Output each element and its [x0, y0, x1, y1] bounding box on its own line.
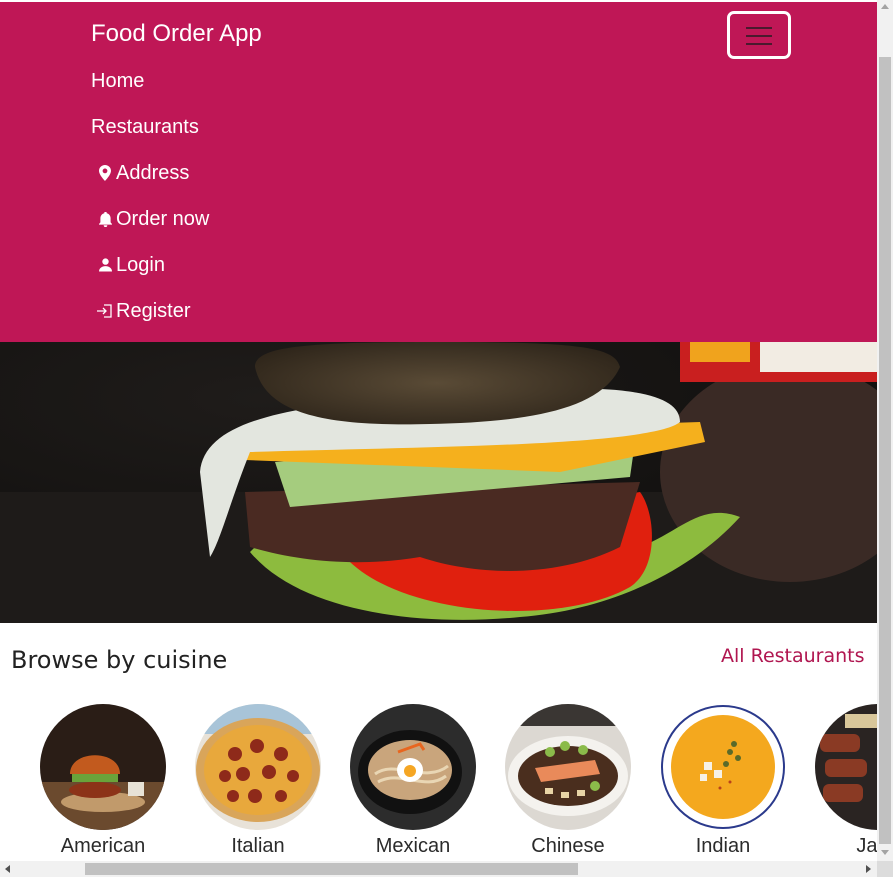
nav-item-label: Register: [116, 300, 191, 322]
horizontal-scrollbar[interactable]: [0, 861, 877, 877]
section-title: Browse by cuisine: [11, 646, 228, 674]
nav-item-restaurants[interactable]: Restaurants: [91, 104, 209, 150]
hamburger-icon: [746, 27, 772, 45]
scroll-right-arrow-icon[interactable]: [866, 865, 871, 873]
pepperoni-pizza-image: [195, 704, 321, 830]
burger-plate-image: [40, 704, 166, 830]
vertical-scroll-thumb[interactable]: [879, 57, 891, 844]
nav-item-label: Restaurants: [91, 116, 199, 138]
cuisine-label: Mexican: [375, 835, 451, 857]
nav-item-login[interactable]: Login: [91, 242, 209, 288]
nav-item-home[interactable]: Home: [91, 58, 209, 104]
scroll-up-arrow-icon[interactable]: [881, 4, 889, 9]
page-viewport: Food Order App Home Restaurants Address: [0, 0, 877, 861]
soup-bowl-image: [660, 704, 786, 830]
fish-dish-image: [505, 704, 631, 830]
hero-image: [0, 342, 877, 623]
nav-item-order-now[interactable]: Order now: [91, 196, 209, 242]
cuisine-carousel: American Italian Mexican Chinese Indian: [0, 704, 877, 861]
scroll-down-arrow-icon[interactable]: [881, 850, 889, 855]
cuisine-label: Chinese: [531, 835, 605, 857]
brand-link[interactable]: Food Order App: [91, 19, 262, 49]
nav-item-address[interactable]: Address: [91, 150, 209, 196]
bell-icon: [96, 209, 114, 229]
vertical-scrollbar[interactable]: [877, 0, 893, 861]
scroll-left-arrow-icon[interactable]: [5, 865, 10, 873]
horizontal-scroll-thumb[interactable]: [85, 863, 578, 875]
navbar-toggler-button[interactable]: [727, 11, 791, 59]
noodle-bowl-image: [350, 704, 476, 830]
cuisine-item-mexican[interactable]: Mexican: [350, 704, 476, 857]
cuisine-item-italian[interactable]: Italian: [195, 704, 321, 857]
nav-item-label: Login: [116, 254, 165, 276]
cuisine-item-chinese[interactable]: Chinese: [505, 704, 631, 857]
box-arrow-in-icon: [96, 301, 114, 321]
map-marker-icon: [96, 163, 114, 183]
person-icon: [96, 255, 114, 275]
cuisine-label: Italian: [231, 835, 285, 857]
cuisine-label: Indian: [695, 835, 751, 857]
grilled-meat-image: [815, 704, 877, 830]
nav-list: Home Restaurants Address Order now Login…: [91, 58, 209, 334]
cuisine-label: Japa: [856, 835, 877, 857]
nav-item-register[interactable]: Register: [91, 288, 209, 334]
cuisine-item-japanese[interactable]: Japa: [815, 704, 877, 857]
nav-item-label: Home: [91, 70, 145, 92]
all-restaurants-link[interactable]: All Restaurants: [721, 644, 865, 668]
cuisine-item-american[interactable]: American: [40, 704, 166, 857]
cuisine-item-indian[interactable]: Indian: [660, 704, 786, 857]
scrollbar-corner: [877, 861, 893, 877]
nav-item-label: Order now: [116, 208, 210, 230]
nav-item-label: Address: [116, 162, 190, 184]
cuisine-label: American: [60, 835, 146, 857]
navbar: Food Order App Home Restaurants Address: [0, 2, 877, 342]
